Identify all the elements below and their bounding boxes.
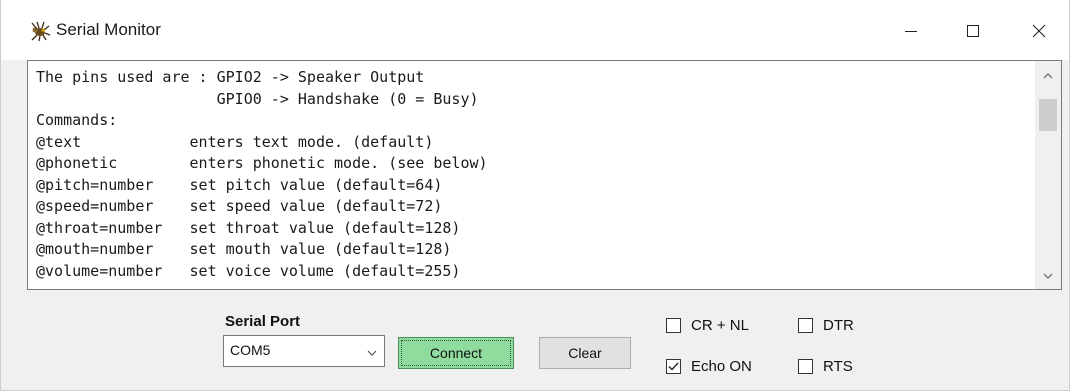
title-bar[interactable]: Serial Monitor <box>1 0 1069 60</box>
output-line: @mouth=number set mouth value (default=1… <box>36 240 452 258</box>
clear-button[interactable]: Clear <box>539 337 631 369</box>
rts-label: RTS <box>823 358 853 375</box>
minimize-icon <box>905 31 917 32</box>
output-line: Commands: <box>36 111 118 129</box>
checkbox-box[interactable] <box>666 318 681 333</box>
output-line: @throat=number set throat value (default… <box>36 218 461 237</box>
checkbox-box[interactable] <box>798 359 813 374</box>
chevron-up-icon <box>1043 73 1053 79</box>
echo-on-label: Echo ON <box>691 358 752 375</box>
scroll-down-button[interactable] <box>1035 265 1061 287</box>
connect-button[interactable]: Connect <box>398 337 514 369</box>
checkbox-box[interactable] <box>798 318 813 333</box>
serial-output-textbox[interactable]: The pins used are : GPIO2 -> Speaker Out… <box>27 60 1062 290</box>
output-line: @speed=number set speed value (default=7… <box>36 197 443 215</box>
serial-monitor-window: Serial Monitor The pins used are : GPIO2… <box>0 0 1070 391</box>
checkmark-icon <box>668 362 679 371</box>
close-button[interactable] <box>1011 10 1067 52</box>
maximize-button[interactable] <box>945 10 1001 52</box>
dtr-checkbox[interactable]: DTR <box>798 317 854 334</box>
serial-port-label: Serial Port <box>225 313 301 330</box>
output-line: @phonetic enters phonetic mode. (see bel… <box>36 154 488 172</box>
cr-nl-label: CR + NL <box>691 317 749 334</box>
window-title: Serial Monitor <box>56 20 161 39</box>
dtr-label: DTR <box>823 317 854 334</box>
chevron-down-icon <box>366 345 378 363</box>
echo-on-checkbox[interactable]: Echo ON <box>666 358 752 375</box>
spider-icon <box>27 19 51 43</box>
minimize-button[interactable] <box>883 10 939 52</box>
output-line: @text enters text mode. (default) <box>36 132 434 151</box>
serial-port-value: COM5 <box>230 342 271 358</box>
scroll-up-button[interactable] <box>1035 65 1061 87</box>
checkbox-box[interactable] <box>666 359 681 374</box>
serial-port-select[interactable]: COM5 <box>223 335 385 367</box>
close-icon <box>1032 24 1046 38</box>
cr-nl-checkbox[interactable]: CR + NL <box>666 317 749 334</box>
maximize-icon <box>967 25 979 37</box>
chevron-down-icon <box>1043 273 1053 279</box>
output-line: @volume=number set voice volume (default… <box>36 261 461 280</box>
vertical-scrollbar[interactable] <box>1035 61 1061 289</box>
scrollbar-thumb[interactable] <box>1039 99 1057 131</box>
serial-output-text: The pins used are : GPIO2 -> Speaker Out… <box>36 67 1026 289</box>
output-line: GPIO0 -> Handshake (0 = Busy) <box>36 89 479 108</box>
rts-checkbox[interactable]: RTS <box>798 358 853 375</box>
output-line: The pins used are : GPIO2 -> Speaker Out… <box>36 68 425 86</box>
output-line: @pitch=number set pitch value (default=6… <box>36 175 443 194</box>
